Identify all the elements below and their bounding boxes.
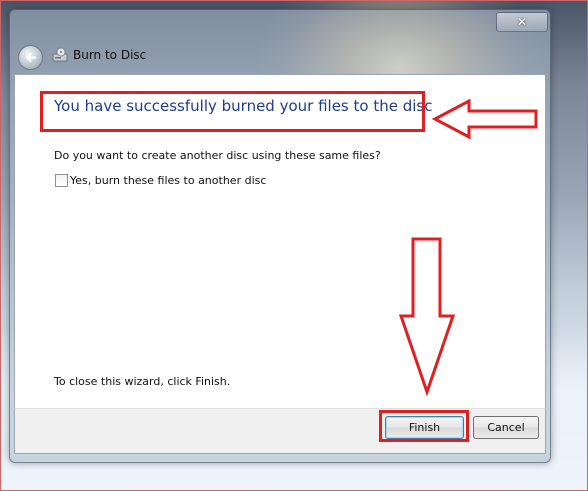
close-button[interactable]: ✕ bbox=[496, 12, 548, 32]
burn-disc-icon bbox=[52, 47, 68, 62]
back-arrow-icon bbox=[25, 52, 37, 63]
burn-another-checkbox-label[interactable]: Yes, burn these files to another disc bbox=[70, 174, 266, 187]
close-icon: ✕ bbox=[516, 15, 528, 29]
window-title: Burn to Disc bbox=[73, 48, 147, 62]
back-button[interactable] bbox=[18, 45, 43, 70]
question-text: Do you want to create another disc using… bbox=[54, 149, 381, 162]
cancel-button[interactable]: Cancel bbox=[473, 416, 539, 439]
burn-another-checkbox[interactable] bbox=[55, 174, 68, 187]
annotation-highlight-heading bbox=[40, 91, 425, 132]
annotation-highlight-finish bbox=[379, 410, 469, 442]
close-instruction-text: To close this wizard, click Finish. bbox=[54, 375, 231, 388]
